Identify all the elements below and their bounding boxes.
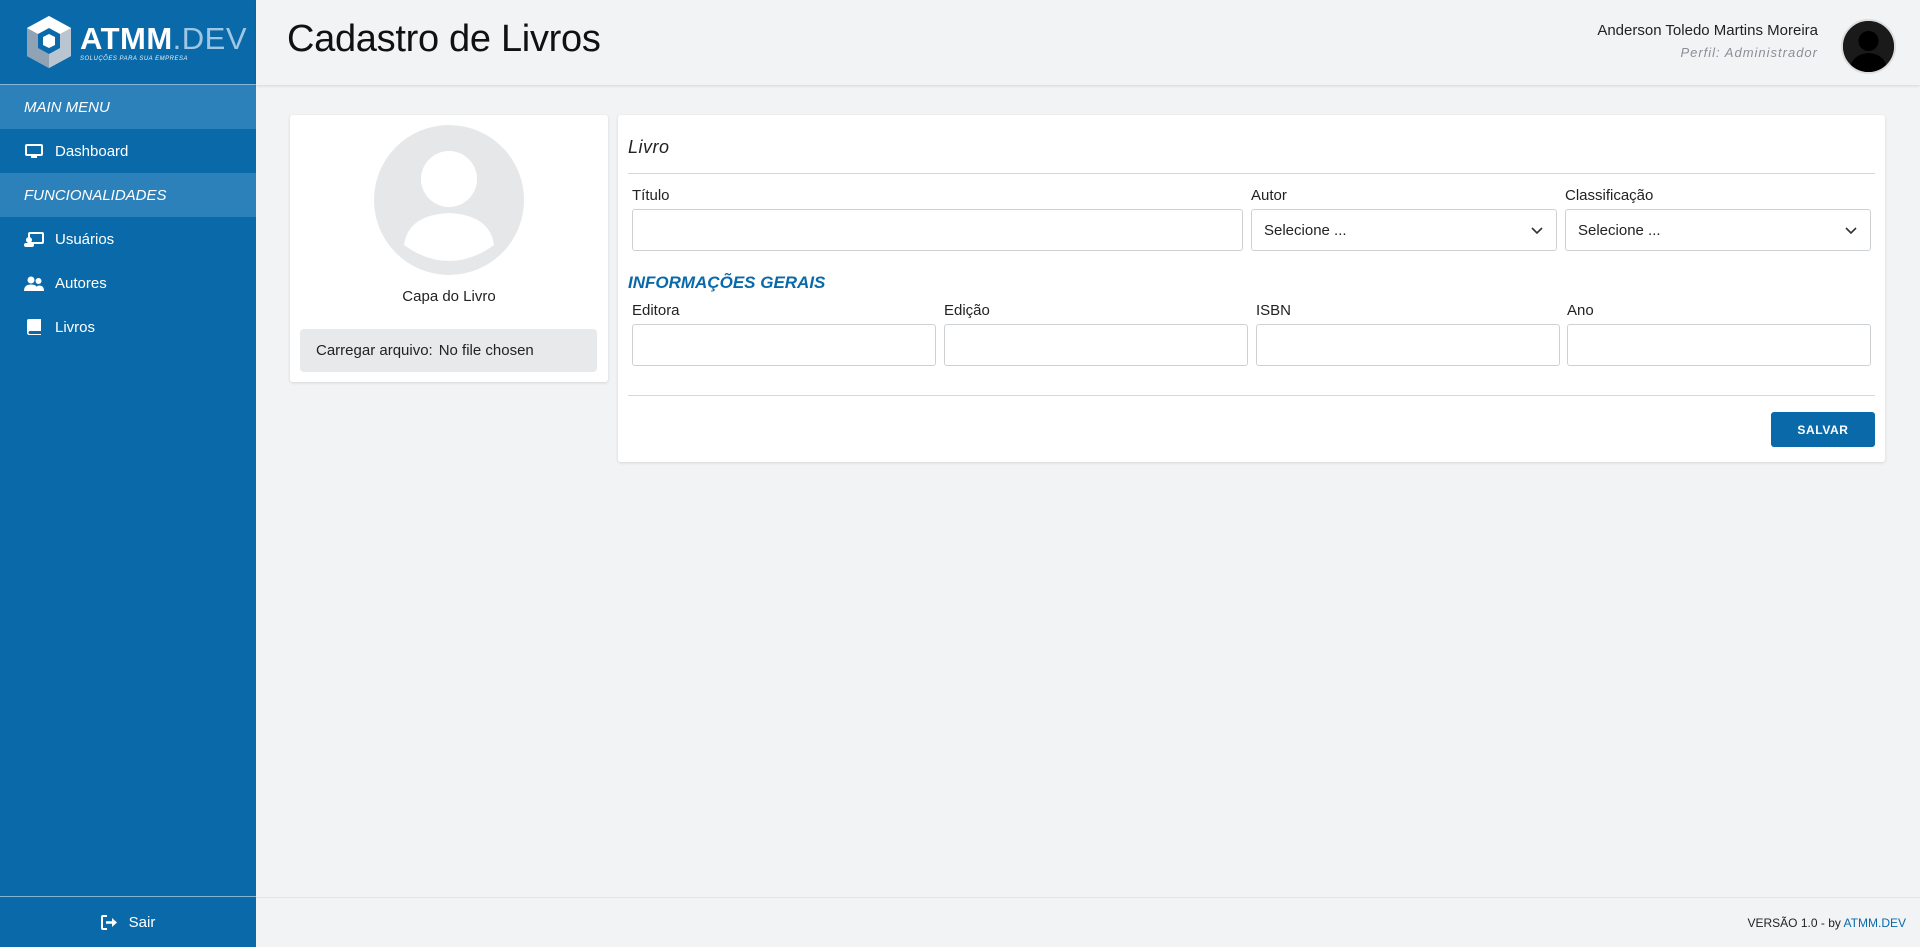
- edicao-input[interactable]: [944, 324, 1248, 366]
- file-upload-button[interactable]: Carregar arquivo:: [316, 342, 433, 359]
- logout-button[interactable]: Sair: [0, 896, 256, 947]
- cover-label: Capa do Livro: [402, 288, 496, 305]
- cover-placeholder-icon: [374, 125, 524, 275]
- logo-cube-icon: [27, 16, 71, 68]
- brand-name: ATMM: [80, 20, 173, 56]
- ano-label: Ano: [1567, 302, 1594, 319]
- brand-tagline: SOLUÇÕES PARA SUA EMPRESA: [80, 55, 188, 62]
- isbn-label: ISBN: [1256, 302, 1292, 319]
- monitor-icon: [24, 143, 44, 159]
- isbn-input[interactable]: [1256, 324, 1560, 366]
- top-header: Cadastro de Livros Anderson Toledo Marti…: [256, 0, 1920, 85]
- editora-input[interactable]: [632, 324, 936, 366]
- user-info: Anderson Toledo Martins Moreira Perfil: …: [1597, 22, 1818, 60]
- edicao-label: Edição: [944, 302, 990, 319]
- titulo-label: Título: [632, 187, 670, 204]
- save-button[interactable]: SALVAR: [1771, 412, 1875, 447]
- user-name: Anderson Toledo Martins Moreira: [1597, 22, 1818, 39]
- footer-link[interactable]: ATMM.DEV: [1844, 916, 1906, 930]
- menu-section-main: MAIN MENU: [0, 85, 256, 129]
- autor-label: Autor: [1251, 187, 1287, 204]
- user-role: Perfil: Administrador: [1680, 45, 1818, 60]
- classificacao-label: Classificação: [1565, 187, 1654, 204]
- divider: [628, 173, 1875, 174]
- version-text: VERSÃO 1.0 - by: [1747, 916, 1841, 930]
- version-info: VERSÃO 1.0 - by ATMM.DEV: [1748, 916, 1907, 930]
- sidebar: ATMM.DEV SOLUÇÕES PARA SUA EMPRESA MAIN …: [0, 0, 256, 947]
- cover-card: Capa do Livro Carregar arquivo: No file …: [290, 115, 608, 382]
- form-heading: Livro: [628, 137, 670, 157]
- sidebar-item-usuarios[interactable]: Usuários: [0, 217, 256, 261]
- section-title-info: INFORMAÇÕES GERAIS: [628, 273, 826, 292]
- brand-logo[interactable]: ATMM.DEV SOLUÇÕES PARA SUA EMPRESA: [0, 0, 256, 85]
- menu-section-funcionalidades: FUNCIONALIDADES: [0, 173, 256, 217]
- file-upload-status: No file chosen: [438, 342, 534, 359]
- book-form-card: Livro Título Autor Selecione ... Classif…: [618, 115, 1885, 462]
- sign-out-icon: [100, 914, 119, 930]
- chevron-down-icon: [1530, 225, 1544, 235]
- classificacao-select[interactable]: Selecione ...: [1565, 209, 1871, 251]
- sidebar-item-livros[interactable]: Livros: [0, 305, 256, 349]
- brand-suffix: .DEV: [172, 20, 248, 56]
- book-icon: [24, 319, 44, 335]
- divider: [628, 395, 1875, 396]
- sidebar-item-label: Autores: [55, 274, 107, 292]
- sidebar-item-label: Usuários: [55, 230, 115, 248]
- sidebar-item-label: Dashboard: [55, 142, 129, 160]
- sidebar-item-label: Livros: [55, 318, 96, 336]
- titulo-input[interactable]: [632, 209, 1243, 251]
- autor-select[interactable]: Selecione ...: [1251, 209, 1557, 251]
- file-upload-input[interactable]: Carregar arquivo: No file chosen: [300, 329, 597, 372]
- sidebar-item-autores[interactable]: Autores: [0, 261, 256, 305]
- autor-select-value: Selecione ...: [1264, 221, 1347, 239]
- user-group-icon: [24, 275, 44, 291]
- users-screen-icon: [24, 231, 44, 247]
- avatar[interactable]: [1841, 19, 1896, 74]
- ano-input[interactable]: [1567, 324, 1871, 366]
- chevron-down-icon: [1844, 225, 1858, 235]
- logout-label: Sair: [128, 913, 156, 931]
- page-title: Cadastro de Livros: [287, 18, 601, 60]
- page-footer: VERSÃO 1.0 - by ATMM.DEV: [256, 897, 1920, 947]
- sidebar-item-dashboard[interactable]: Dashboard: [0, 129, 256, 173]
- classificacao-select-value: Selecione ...: [1578, 221, 1661, 239]
- editora-label: Editora: [632, 302, 680, 319]
